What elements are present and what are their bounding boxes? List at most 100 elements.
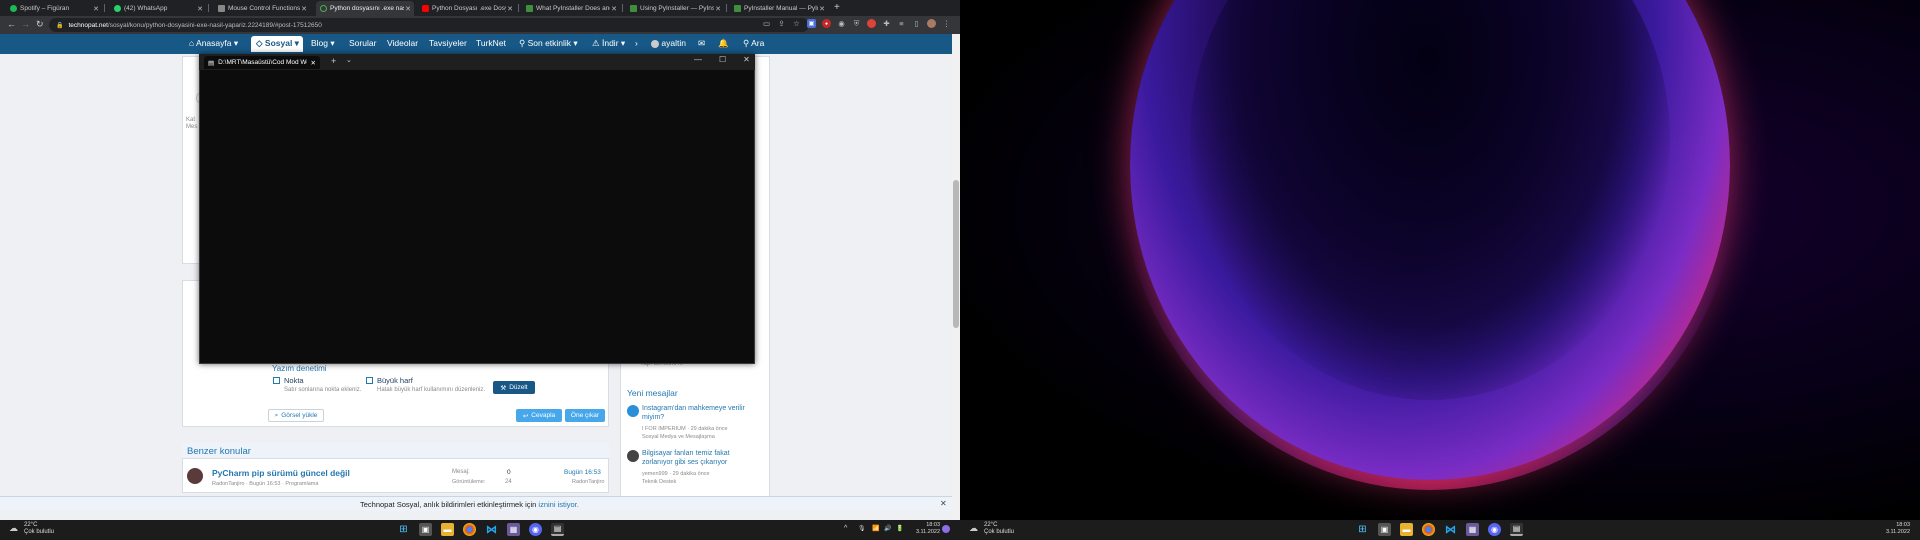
clock[interactable]: 18:03 3.11.2022 <box>910 522 940 536</box>
close-icon[interactable]: ✕ <box>92 5 100 13</box>
task-view-icon[interactable]: ▣ <box>1378 523 1391 536</box>
page-scrollbar-thumb[interactable] <box>953 180 959 328</box>
app-icon[interactable]: ▦ <box>1466 523 1479 536</box>
weather-icon[interactable]: ☁ <box>969 523 978 534</box>
share-icon[interactable]: ⇪ <box>777 19 786 28</box>
nav-search[interactable]: ⚲ Ara <box>743 38 764 49</box>
nav-videolar[interactable]: Videolar <box>387 38 418 48</box>
vscode-icon[interactable]: ⋈ <box>485 523 498 536</box>
weather-widget[interactable]: 22°C Çok bulutlu <box>984 522 1014 536</box>
ext-red-icon[interactable]: ● <box>822 19 831 28</box>
nav-sosyal[interactable]: ◇ Sosyal ▾ <box>256 38 299 49</box>
ext-chrome-icon[interactable] <box>867 19 876 28</box>
similar-thread-title[interactable]: PyCharm pip sürümü güncel değil <box>212 468 350 478</box>
chrome-icon[interactable] <box>1422 523 1435 536</box>
close-icon[interactable]: ✕ <box>404 5 412 13</box>
microphone-icon[interactable]: 🎙 <box>858 525 866 532</box>
close-icon[interactable]: ✕ <box>818 5 826 13</box>
new-tab-button[interactable]: + <box>834 2 840 13</box>
tab-mouse-control[interactable]: Mouse Control Functions ✕ <box>214 1 310 16</box>
terminal-dropdown-icon[interactable]: ⌄ <box>346 56 352 64</box>
discord-icon[interactable]: ◉ <box>529 523 542 536</box>
file-explorer-icon[interactable]: ▬ <box>441 523 454 536</box>
weather-widget[interactable]: 22°C Çok bulutlu <box>24 522 54 536</box>
notification-center-icon[interactable] <box>942 525 950 533</box>
nav-son-etkinlik[interactable]: ⚲ Son etkinlik ▾ <box>519 38 578 49</box>
close-icon[interactable]: ✕ <box>196 5 204 13</box>
ext-blue-icon[interactable]: ▣ <box>807 19 816 28</box>
notification-link[interactable]: iznini istiyor. <box>538 500 578 509</box>
discord-icon[interactable]: ◉ <box>1488 523 1501 536</box>
start-icon[interactable]: ⊞ <box>1356 523 1369 536</box>
tab-spotify[interactable]: Spotify – Figüran ✕ <box>6 1 102 16</box>
tab-python-exe-youtube[interactable]: Python Dosyası .exe Dosya ✕ <box>418 1 516 16</box>
nav-scroll-right[interactable]: › <box>635 38 638 48</box>
upload-image-button[interactable]: ⌕ Görsel yükle <box>268 409 324 422</box>
wifi-icon[interactable]: 📶 <box>872 525 879 532</box>
nav-indir[interactable]: ⚠ İndir ▾ <box>592 38 625 49</box>
forward-icon[interactable]: → <box>21 19 30 29</box>
kebab-icon[interactable]: ⋮ <box>942 19 951 28</box>
mail-icon[interactable]: ✉ <box>698 38 705 49</box>
nav-user[interactable]: ayaltin <box>651 38 686 48</box>
puzzle-icon[interactable]: ✚ <box>882 19 891 28</box>
duzelt-button[interactable]: ⚒ Düzelt <box>493 381 535 394</box>
app-icon[interactable]: ▦ <box>507 523 520 536</box>
new-post-forum: Teknik Destek <box>642 479 677 485</box>
vscode-icon[interactable]: ⋈ <box>1444 523 1457 536</box>
volume-icon[interactable]: 🔊 <box>884 525 891 532</box>
ext-shield-icon[interactable]: ⛨ <box>852 19 861 28</box>
file-explorer-icon[interactable]: ▬ <box>1400 523 1413 536</box>
close-icon[interactable]: ✕ <box>506 5 514 13</box>
tab-whatsapp[interactable]: (42) WhatsApp ✕ <box>110 1 206 16</box>
terminal-new-tab-button[interactable]: + <box>331 56 336 66</box>
tab-pyinstaller-manual[interactable]: PyInstaller Manual — PyIn ✕ <box>730 1 828 16</box>
nokta-checkbox[interactable] <box>273 377 280 384</box>
bell-icon[interactable]: 🔔 <box>718 38 729 49</box>
nav-sorular[interactable]: Sorular <box>349 38 376 48</box>
tab-python-exe-active[interactable]: Python dosyasını .exe nasıl ✕ <box>316 1 414 16</box>
close-icon[interactable]: ✕ <box>311 59 316 67</box>
nav-blog[interactable]: Blog ▾ <box>311 38 335 49</box>
notification-close-icon[interactable]: ✕ <box>940 499 947 508</box>
doc-icon <box>526 5 533 12</box>
home-icon: ⌂ <box>189 38 197 48</box>
terminal-taskbar-icon[interactable]: ▤ <box>551 523 564 536</box>
nav-turknet[interactable]: TurkNet <box>476 38 506 48</box>
weather-icon[interactable]: ☁ <box>9 523 18 534</box>
battery-icon[interactable]: 🔋 <box>896 525 903 532</box>
last-post-time[interactable]: Bugün 16:53 <box>564 469 601 476</box>
minimize-icon[interactable]: — <box>694 55 702 64</box>
maximize-icon[interactable]: ☐ <box>719 55 726 64</box>
buyuk-harf-checkbox[interactable] <box>366 377 373 384</box>
terminal-window[interactable] <box>199 54 755 364</box>
back-icon[interactable]: ← <box>7 19 16 29</box>
document-icon[interactable]: ▭ <box>762 19 771 28</box>
task-view-icon[interactable]: ▣ <box>419 523 432 536</box>
tray-chevron-icon[interactable]: ^ <box>844 525 847 532</box>
tab-using-pyinstaller[interactable]: Using PyInstaller — PyInst ✕ <box>626 1 724 16</box>
close-icon[interactable]: ✕ <box>300 5 308 13</box>
feature-button[interactable]: Öne çıkar <box>565 409 605 422</box>
close-icon[interactable]: ✕ <box>610 5 618 13</box>
menu-icon[interactable]: ≡ <box>897 19 906 28</box>
tab-what-pyinstaller[interactable]: What PyInstaller Does and ✕ <box>522 1 620 16</box>
terminal-tab[interactable]: ▤ D:\MRT\Masaüstü\Cod Mod Wo ✕ <box>204 56 320 69</box>
clock[interactable]: 18:03 3.11.2022 <box>1876 522 1910 536</box>
sidebar-icon[interactable]: ▯ <box>912 19 921 28</box>
nav-anasayfa[interactable]: ⌂ Anasayfa ▾ <box>189 38 238 49</box>
new-post-title[interactable]: Instagram'dan mahkemeye verilir miyim? <box>642 404 745 423</box>
reply-button[interactable]: ↩ Cevapla <box>516 409 562 422</box>
address-bar[interactable]: 🔒 technopat.net/sosyal/konu/python-dosya… <box>49 18 809 32</box>
close-icon[interactable]: ✕ <box>714 5 722 13</box>
terminal-taskbar-icon[interactable]: ▤ <box>1510 523 1523 536</box>
start-icon[interactable]: ⊞ <box>397 523 410 536</box>
profile-icon[interactable] <box>927 19 936 28</box>
reload-icon[interactable]: ↻ <box>36 19 44 30</box>
new-post-title[interactable]: Bilgisayar fanları temiz fakat zorlanıyor… <box>642 449 730 468</box>
close-window-icon[interactable]: ✕ <box>743 55 750 64</box>
ext-gray-icon[interactable]: ◉ <box>837 19 846 28</box>
nav-tavsiyeler[interactable]: Tavsiyeler <box>429 38 467 48</box>
chrome-icon[interactable] <box>463 523 476 536</box>
star-icon[interactable]: ☆ <box>792 19 801 28</box>
